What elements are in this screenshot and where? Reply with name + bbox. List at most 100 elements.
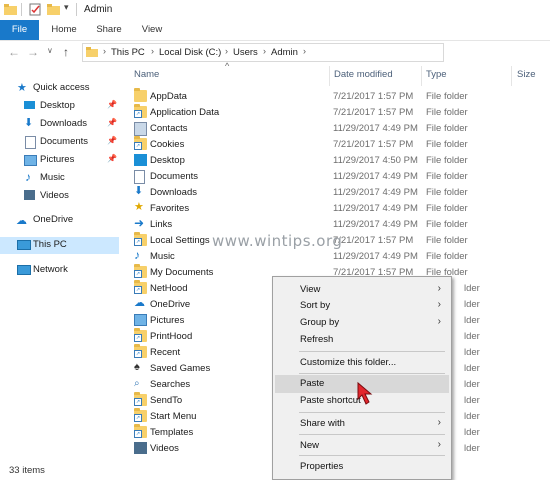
column-header-name[interactable]: Name xyxy=(134,69,159,80)
shortcut-arrow-icon: ↗ xyxy=(134,270,142,278)
breadcrumb-users[interactable]: Users xyxy=(233,47,258,58)
list-item[interactable]: ➜ Links 11/29/2017 4:49 PM File folder xyxy=(134,217,544,233)
music-icon: ♪ xyxy=(134,248,140,262)
menu-item-sort-by[interactable]: Sort by › xyxy=(275,297,449,315)
list-item[interactable]: ♪ Music 11/29/2017 4:49 PM File folder xyxy=(134,249,544,265)
window-title: Admin xyxy=(84,4,113,15)
file-name: Pictures xyxy=(150,315,185,326)
file-type: File folder xyxy=(426,123,468,134)
breadcrumb-this-pc[interactable]: This PC xyxy=(111,47,145,58)
file-name: My Documents xyxy=(150,267,214,278)
date-modified: 11/29/2017 4:49 PM xyxy=(333,187,418,198)
list-item[interactable]: ↗ Cookies 7/21/2017 1:57 PM File folder xyxy=(134,136,544,153)
customize-toolbar-icon[interactable]: ▾ xyxy=(64,2,69,15)
folder-link-icon: ↗ xyxy=(134,344,147,358)
pin-icon[interactable]: 📌 xyxy=(107,154,117,163)
tab-share[interactable]: Share xyxy=(90,20,128,40)
sidebar-item-documents[interactable]: Documents 📌 xyxy=(0,134,119,151)
file-type-partial: lder xyxy=(464,411,480,422)
menu-item-customize-this-folder[interactable]: Customize this folder... xyxy=(275,354,449,372)
tab-file[interactable]: File xyxy=(0,20,39,40)
new-folder-icon[interactable] xyxy=(47,3,61,16)
list-item[interactable]: AppData 7/21/2017 1:57 PM File folder xyxy=(134,88,544,105)
desktop-icon xyxy=(24,101,35,109)
list-item[interactable]: Documents 11/29/2017 4:49 PM File folder xyxy=(134,169,544,185)
forward-arrow-icon[interactable]: → xyxy=(27,45,39,59)
tab-home[interactable]: Home xyxy=(46,20,82,40)
menu-item-label: Share with xyxy=(300,418,345,429)
folder-link-icon: ↗ xyxy=(134,136,147,150)
sidebar-item-videos[interactable]: Videos xyxy=(0,188,119,205)
column-divider[interactable] xyxy=(329,66,330,86)
file-name: Favorites xyxy=(150,203,190,214)
menu-item-new[interactable]: New › xyxy=(275,437,449,455)
date-modified: 11/29/2017 4:49 PM xyxy=(333,123,418,134)
list-item[interactable]: Desktop 11/29/2017 4:50 PM File folder xyxy=(134,153,544,169)
sidebar-item-label: Videos xyxy=(40,190,69,201)
menu-separator xyxy=(299,373,445,374)
videos-icon xyxy=(134,442,147,454)
submenu-arrow-icon: › xyxy=(437,316,441,327)
sidebar-item-label: OneDrive xyxy=(33,214,74,225)
back-arrow-icon[interactable]: ← xyxy=(8,45,20,59)
sidebar-item-pictures[interactable]: Pictures 📌 xyxy=(0,152,119,169)
column-divider[interactable] xyxy=(511,66,512,86)
sort-ascending-icon[interactable]: ^ xyxy=(225,61,229,71)
folder-link-icon: ↗ xyxy=(134,392,147,406)
menu-separator xyxy=(299,351,445,352)
file-type: File folder xyxy=(426,219,468,230)
properties-checkmark-icon[interactable] xyxy=(29,3,42,16)
breadcrumb-local-disk[interactable]: Local Disk (C:) xyxy=(159,47,221,58)
divider xyxy=(21,3,22,16)
shortcut-arrow-icon: ↗ xyxy=(134,110,142,118)
breadcrumb-separator-icon[interactable]: › xyxy=(225,46,228,56)
breadcrumb-separator-icon[interactable]: › xyxy=(103,46,106,56)
status-item-count: 33 items xyxy=(9,465,45,476)
list-item[interactable]: Contacts 11/29/2017 4:49 PM File folder xyxy=(134,121,544,137)
list-item[interactable]: ★ Favorites 11/29/2017 4:49 PM File folder xyxy=(134,201,544,217)
folder-link-icon: ↗ xyxy=(134,424,147,438)
documents-icon xyxy=(134,170,145,184)
column-header-size[interactable]: Size xyxy=(517,69,535,80)
menu-item-group-by[interactable]: Group by › xyxy=(275,314,449,332)
desktop-icon xyxy=(134,154,147,166)
breadcrumb-separator-icon[interactable]: › xyxy=(151,46,154,56)
sidebar-item-network[interactable]: Network xyxy=(0,262,119,279)
breadcrumb-admin[interactable]: Admin xyxy=(271,47,298,58)
column-header-date-modified[interactable]: Date modified xyxy=(334,69,393,80)
column-header-type[interactable]: Type xyxy=(426,69,447,80)
menu-item-refresh[interactable]: Refresh xyxy=(275,331,449,349)
shortcut-arrow-icon: ↗ xyxy=(134,430,142,438)
recent-locations-icon[interactable]: ∨ xyxy=(47,46,53,55)
file-type: File folder xyxy=(426,107,468,118)
sidebar-item-this-pc[interactable]: This PC xyxy=(0,237,119,254)
sidebar-item-onedrive[interactable]: ☁ OneDrive xyxy=(0,212,119,229)
pin-icon[interactable]: 📌 xyxy=(107,118,117,127)
sidebar-item-desktop[interactable]: Desktop 📌 xyxy=(0,98,119,115)
search-icon: ⌕ xyxy=(134,378,140,389)
shortcut-arrow-icon: ↗ xyxy=(134,286,142,294)
file-type-partial: lder xyxy=(464,379,480,390)
address-bar[interactable]: › This PC › Local Disk (C:) › Users › Ad… xyxy=(82,43,444,62)
list-item[interactable]: ↗ Application Data 7/21/2017 1:57 PM File f… xyxy=(134,104,544,121)
pin-icon[interactable]: 📌 xyxy=(107,136,117,145)
up-arrow-icon[interactable]: ↑ xyxy=(63,45,69,59)
pin-icon[interactable]: 📌 xyxy=(107,100,117,109)
menu-item-share-with[interactable]: Share with › xyxy=(275,415,449,433)
file-name: PrintHood xyxy=(150,331,193,342)
folder-link-icon: ↗ xyxy=(134,408,147,422)
file-name: Recent xyxy=(150,347,181,358)
menu-item-properties[interactable]: Properties xyxy=(275,458,449,476)
divider xyxy=(76,3,77,16)
file-name: OneDrive xyxy=(150,299,191,310)
column-divider[interactable] xyxy=(421,66,422,86)
breadcrumb-separator-icon[interactable]: › xyxy=(263,46,266,56)
file-type: File folder xyxy=(426,187,468,198)
list-item[interactable]: ⬇ Downloads 11/29/2017 4:49 PM File folder xyxy=(134,185,544,201)
videos-icon xyxy=(24,190,35,200)
tab-view[interactable]: View xyxy=(135,20,169,40)
sidebar-item-quick-access[interactable]: ★ Quick access xyxy=(0,80,119,97)
breadcrumb-separator-icon[interactable]: › xyxy=(303,46,306,56)
sidebar-item-music[interactable]: ♪ Music xyxy=(0,170,119,187)
sidebar-item-downloads[interactable]: ⬇ Downloads 📌 xyxy=(0,116,119,133)
